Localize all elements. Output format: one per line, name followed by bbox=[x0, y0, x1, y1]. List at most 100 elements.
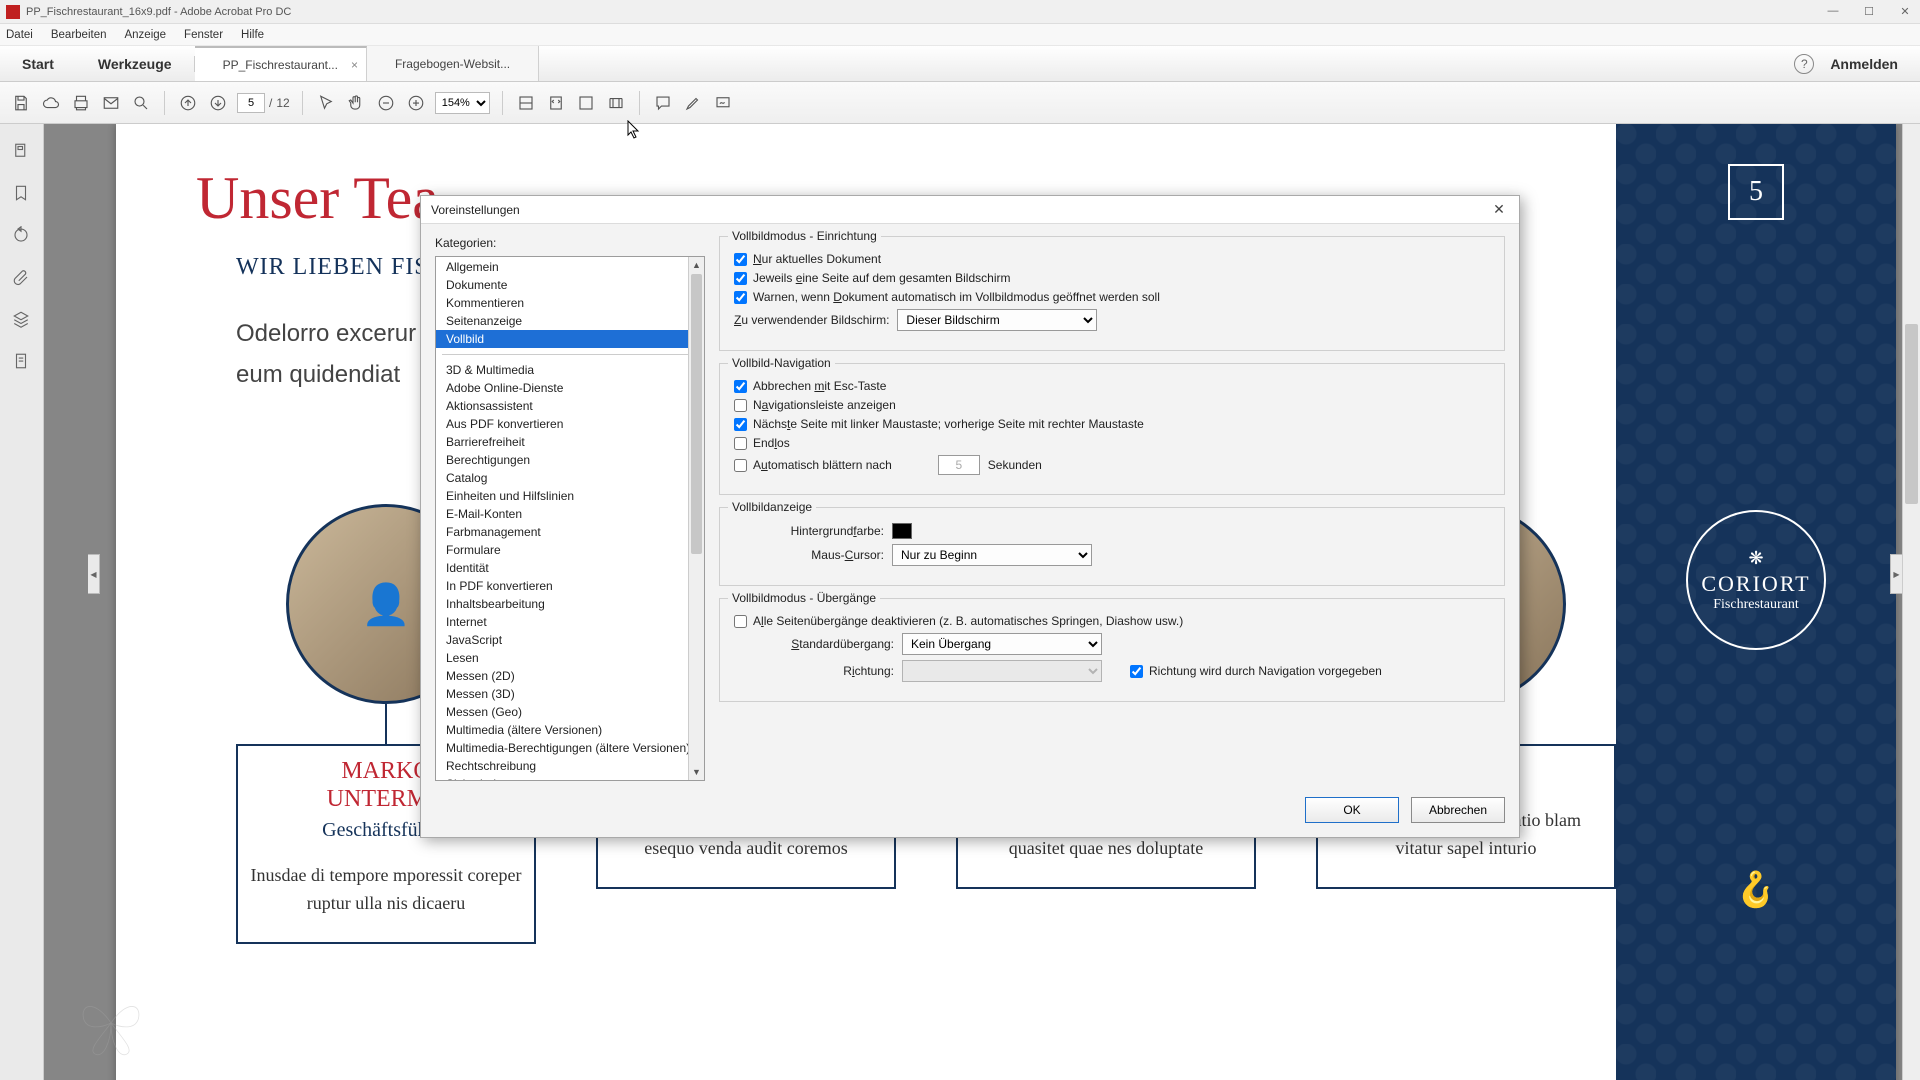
menu-hilfe[interactable]: Hilfe bbox=[241, 29, 264, 41]
window-maximize[interactable]: ☐ bbox=[1860, 5, 1878, 18]
zoom-in-icon[interactable] bbox=[405, 92, 427, 114]
category-item[interactable]: Barrierefreiheit bbox=[436, 433, 704, 451]
app-icon bbox=[6, 5, 20, 19]
rotate-icon[interactable] bbox=[12, 226, 32, 246]
preferences-dialog: Voreinstellungen ✕ Kategorien: Allgemein… bbox=[420, 195, 1520, 838]
interval-input[interactable] bbox=[938, 455, 980, 475]
layers-icon[interactable] bbox=[12, 310, 32, 330]
window-close[interactable]: ✕ bbox=[1896, 5, 1914, 18]
category-item[interactable]: Farbmanagement bbox=[436, 523, 704, 541]
menu-fenster[interactable]: Fenster bbox=[184, 29, 223, 41]
page-up-icon[interactable] bbox=[177, 92, 199, 114]
category-item[interactable]: Inhaltsbearbeitung bbox=[436, 595, 704, 613]
window-minimize[interactable]: — bbox=[1824, 5, 1842, 18]
categories-list[interactable]: AllgemeinDokumenteKommentierenSeitenanze… bbox=[435, 256, 705, 781]
bookmarks-icon[interactable] bbox=[12, 184, 32, 204]
cb-dir-nav[interactable]: Richtung wird durch Navigation vorgegebe… bbox=[1130, 664, 1382, 678]
cloud-icon[interactable] bbox=[40, 92, 62, 114]
page-icon[interactable] bbox=[12, 352, 32, 372]
category-item[interactable]: Adobe Online-Dienste bbox=[436, 379, 704, 397]
tab-werkzeuge[interactable]: Werkzeuge bbox=[76, 56, 195, 72]
menu-anzeige[interactable]: Anzeige bbox=[124, 29, 166, 41]
category-item[interactable]: Formulare bbox=[436, 541, 704, 559]
expand-right-handle[interactable]: ▶ bbox=[1890, 554, 1902, 594]
category-item[interactable]: Aktionsassistent bbox=[436, 397, 704, 415]
save-icon[interactable] bbox=[10, 92, 32, 114]
category-item[interactable]: Messen (Geo) bbox=[436, 703, 704, 721]
screen-select[interactable]: Dieser Bildschirm bbox=[897, 309, 1097, 331]
category-item[interactable]: Allgemein bbox=[436, 258, 704, 276]
fish-icon: ❋ bbox=[1748, 548, 1763, 569]
fit-page-icon[interactable] bbox=[545, 92, 567, 114]
comment-icon[interactable] bbox=[652, 92, 674, 114]
titlebar: PP_Fischrestaurant_16x9.pdf - Adobe Acro… bbox=[0, 0, 1920, 24]
read-mode-icon[interactable] bbox=[605, 92, 627, 114]
category-item[interactable]: Aus PDF konvertieren bbox=[436, 415, 704, 433]
search-icon[interactable] bbox=[130, 92, 152, 114]
category-item[interactable]: Multimedia (ältere Versionen) bbox=[436, 721, 704, 739]
cb-loop[interactable]: Endlos bbox=[734, 436, 790, 450]
cb-mouseclick[interactable]: Nächste Seite mit linker Maustaste; vorh… bbox=[734, 417, 1144, 431]
category-item[interactable]: Vollbild bbox=[436, 330, 704, 348]
category-item[interactable]: Multimedia-Berechtigungen (ältere Versio… bbox=[436, 739, 704, 757]
sign-in-link[interactable]: Anmelden bbox=[1830, 56, 1898, 72]
fullscreen-icon[interactable] bbox=[575, 92, 597, 114]
print-icon[interactable] bbox=[70, 92, 92, 114]
category-item[interactable]: Internet bbox=[436, 613, 704, 631]
tab-start[interactable]: Start bbox=[0, 56, 76, 72]
tab-row: Start Werkzeuge PP_Fischrestaurant... × … bbox=[0, 46, 1920, 82]
cursor-select[interactable]: Nur zu Beginn bbox=[892, 544, 1092, 566]
attachments-icon[interactable] bbox=[12, 268, 32, 288]
mail-icon[interactable] bbox=[100, 92, 122, 114]
help-icon[interactable]: ? bbox=[1794, 54, 1814, 74]
ok-button[interactable]: OK bbox=[1305, 797, 1399, 823]
dir-select bbox=[902, 660, 1102, 682]
menu-bearbeiten[interactable]: Bearbeiten bbox=[51, 29, 107, 41]
close-icon[interactable]: ✕ bbox=[1489, 201, 1509, 218]
category-item[interactable]: Rechtschreibung bbox=[436, 757, 704, 775]
list-scrollbar[interactable]: ▲ ▼ bbox=[688, 257, 704, 780]
select-tool-icon[interactable] bbox=[315, 92, 337, 114]
zoom-select[interactable]: 154% bbox=[435, 92, 490, 114]
trans-select[interactable]: Kein Übergang bbox=[902, 633, 1102, 655]
category-item[interactable]: Messen (2D) bbox=[436, 667, 704, 685]
category-item[interactable]: In PDF konvertieren bbox=[436, 577, 704, 595]
expand-left-handle[interactable]: ◀ bbox=[88, 554, 100, 594]
category-item[interactable]: Kommentieren bbox=[436, 294, 704, 312]
menu-datei[interactable]: Datei bbox=[6, 29, 33, 41]
hand-tool-icon[interactable] bbox=[345, 92, 367, 114]
cb-disable-trans[interactable]: Alle Seitenübergänge deaktivieren (z. B.… bbox=[734, 614, 1183, 628]
highlight-icon[interactable] bbox=[682, 92, 704, 114]
sign-icon[interactable] bbox=[712, 92, 734, 114]
vertical-scrollbar[interactable] bbox=[1902, 124, 1920, 1080]
category-item[interactable]: Catalog bbox=[436, 469, 704, 487]
cb-autoflip[interactable]: Automatisch blättern nach bbox=[734, 458, 892, 472]
fit-width-icon[interactable] bbox=[515, 92, 537, 114]
page-down-icon[interactable] bbox=[207, 92, 229, 114]
cb-current-doc[interactable]: Nur aktuelles Dokument bbox=[734, 252, 881, 266]
category-item[interactable]: JavaScript bbox=[436, 631, 704, 649]
doc-tab-2[interactable]: Fragebogen-Websit... bbox=[367, 46, 539, 81]
close-icon[interactable]: × bbox=[351, 58, 358, 72]
category-item[interactable]: Berechtigungen bbox=[436, 451, 704, 469]
cb-one-page[interactable]: Jeweils eine Seite auf dem gesamten Bild… bbox=[734, 271, 1010, 285]
cb-navbar[interactable]: Navigationsleiste anzeigen bbox=[734, 398, 896, 412]
cb-warn[interactable]: Warnen, wenn Dokument automatisch im Vol… bbox=[734, 290, 1160, 304]
category-item[interactable]: E-Mail-Konten bbox=[436, 505, 704, 523]
thumbnails-icon[interactable] bbox=[12, 142, 32, 162]
dialog-titlebar[interactable]: Voreinstellungen ✕ bbox=[421, 196, 1519, 224]
category-item[interactable]: Messen (3D) bbox=[436, 685, 704, 703]
zoom-out-icon[interactable] bbox=[375, 92, 397, 114]
cancel-button[interactable]: Abbrechen bbox=[1411, 797, 1505, 823]
category-item[interactable]: Einheiten und Hilfslinien bbox=[436, 487, 704, 505]
category-item[interactable]: Seitenanzeige bbox=[436, 312, 704, 330]
cb-esc[interactable]: Abbrechen mit Esc-Taste bbox=[734, 379, 886, 393]
category-item[interactable]: Sicherheit bbox=[436, 775, 704, 781]
category-item[interactable]: Lesen bbox=[436, 649, 704, 667]
category-item[interactable]: Dokumente bbox=[436, 276, 704, 294]
category-item[interactable]: 3D & Multimedia bbox=[436, 361, 704, 379]
doc-tab-active[interactable]: PP_Fischrestaurant... × bbox=[195, 46, 367, 81]
bgcolor-swatch[interactable] bbox=[892, 523, 912, 539]
page-number-input[interactable] bbox=[237, 93, 265, 113]
category-item[interactable]: Identität bbox=[436, 559, 704, 577]
